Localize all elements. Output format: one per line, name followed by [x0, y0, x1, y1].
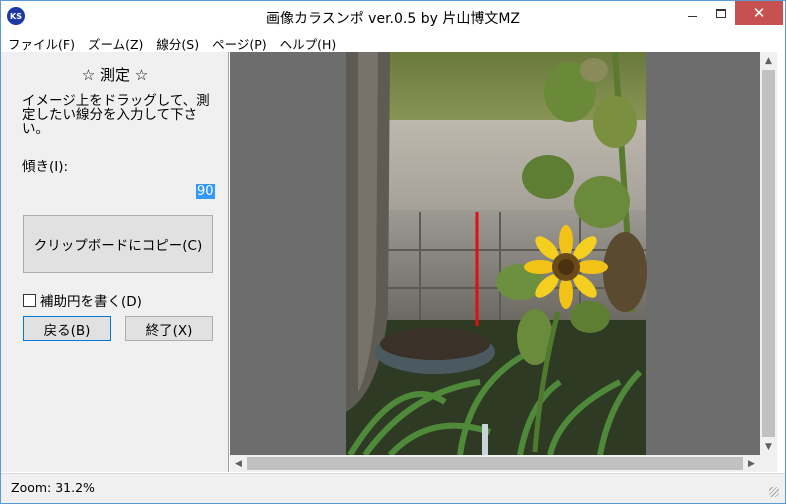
- minimize-icon: [687, 15, 697, 17]
- scroll-down-icon[interactable]: ▼: [760, 438, 777, 455]
- aux-circle-label: 補助円を書く(D): [40, 294, 142, 310]
- panel-title: ☆ 測定 ☆: [81, 66, 149, 84]
- image-viewer[interactable]: [230, 52, 760, 455]
- minimize-button[interactable]: [677, 1, 707, 25]
- instructions-text: イメージ上をドラッグして、測定したい線分を入力して下さい。: [22, 93, 210, 137]
- scroll-right-icon[interactable]: ▶: [743, 455, 760, 472]
- close-icon: ✕: [752, 4, 766, 22]
- horizontal-scrollbar[interactable]: ◀ ▶: [230, 455, 760, 472]
- horizontal-scroll-thumb[interactable]: [247, 457, 743, 470]
- scroll-corner: [760, 455, 777, 472]
- scroll-left-icon[interactable]: ◀: [230, 455, 247, 472]
- menu-file[interactable]: ファイル(F): [1, 32, 81, 52]
- title-bar: KS 画像カラスンポ ver.0.5 by 片山博文MZ ✕: [1, 1, 785, 31]
- maximize-button[interactable]: [707, 1, 735, 25]
- scroll-up-icon[interactable]: ▲: [760, 52, 777, 69]
- status-bar: Zoom: 31.2%: [1, 473, 785, 503]
- slope-label: 傾き(I):: [22, 159, 69, 175]
- photo: [346, 52, 647, 455]
- menu-help[interactable]: ヘルプ(H): [273, 32, 343, 52]
- measure-panel: ☆ 測定 ☆ イメージ上をドラッグして、測定したい線分を入力して下さい。 傾き(…: [1, 52, 229, 472]
- aux-circle-checkbox[interactable]: [23, 293, 36, 307]
- aux-circle-checkbox-row[interactable]: 補助円を書く(D): [23, 290, 142, 310]
- exit-button[interactable]: 終了(X): [125, 316, 213, 341]
- photo-canvas[interactable]: [230, 52, 760, 455]
- app-window: KS 画像カラスンポ ver.0.5 by 片山博文MZ ✕ ファイル(F) ズ…: [0, 0, 786, 504]
- menu-bar: ファイル(F) ズーム(Z) 線分(S) ページ(P) ヘルプ(H): [1, 32, 785, 52]
- close-button[interactable]: ✕: [735, 1, 783, 25]
- slope-value-field[interactable]: 90: [196, 184, 215, 199]
- menu-zoom[interactable]: ズーム(Z): [81, 32, 149, 52]
- zoom-status: Zoom: 31.2%: [11, 480, 95, 495]
- back-button[interactable]: 戻る(B): [23, 316, 111, 341]
- vertical-scrollbar[interactable]: ▲ ▼: [760, 52, 777, 455]
- window-title: 画像カラスンポ ver.0.5 by 片山博文MZ: [266, 11, 520, 27]
- copy-to-clipboard-button[interactable]: クリップボードにコピー(C): [23, 215, 213, 273]
- menu-page[interactable]: ページ(P): [205, 32, 273, 52]
- resize-grip-icon[interactable]: [769, 487, 779, 497]
- maximize-icon: [716, 8, 726, 18]
- menu-segment[interactable]: 線分(S): [149, 32, 205, 52]
- vertical-scroll-thumb[interactable]: [762, 70, 775, 437]
